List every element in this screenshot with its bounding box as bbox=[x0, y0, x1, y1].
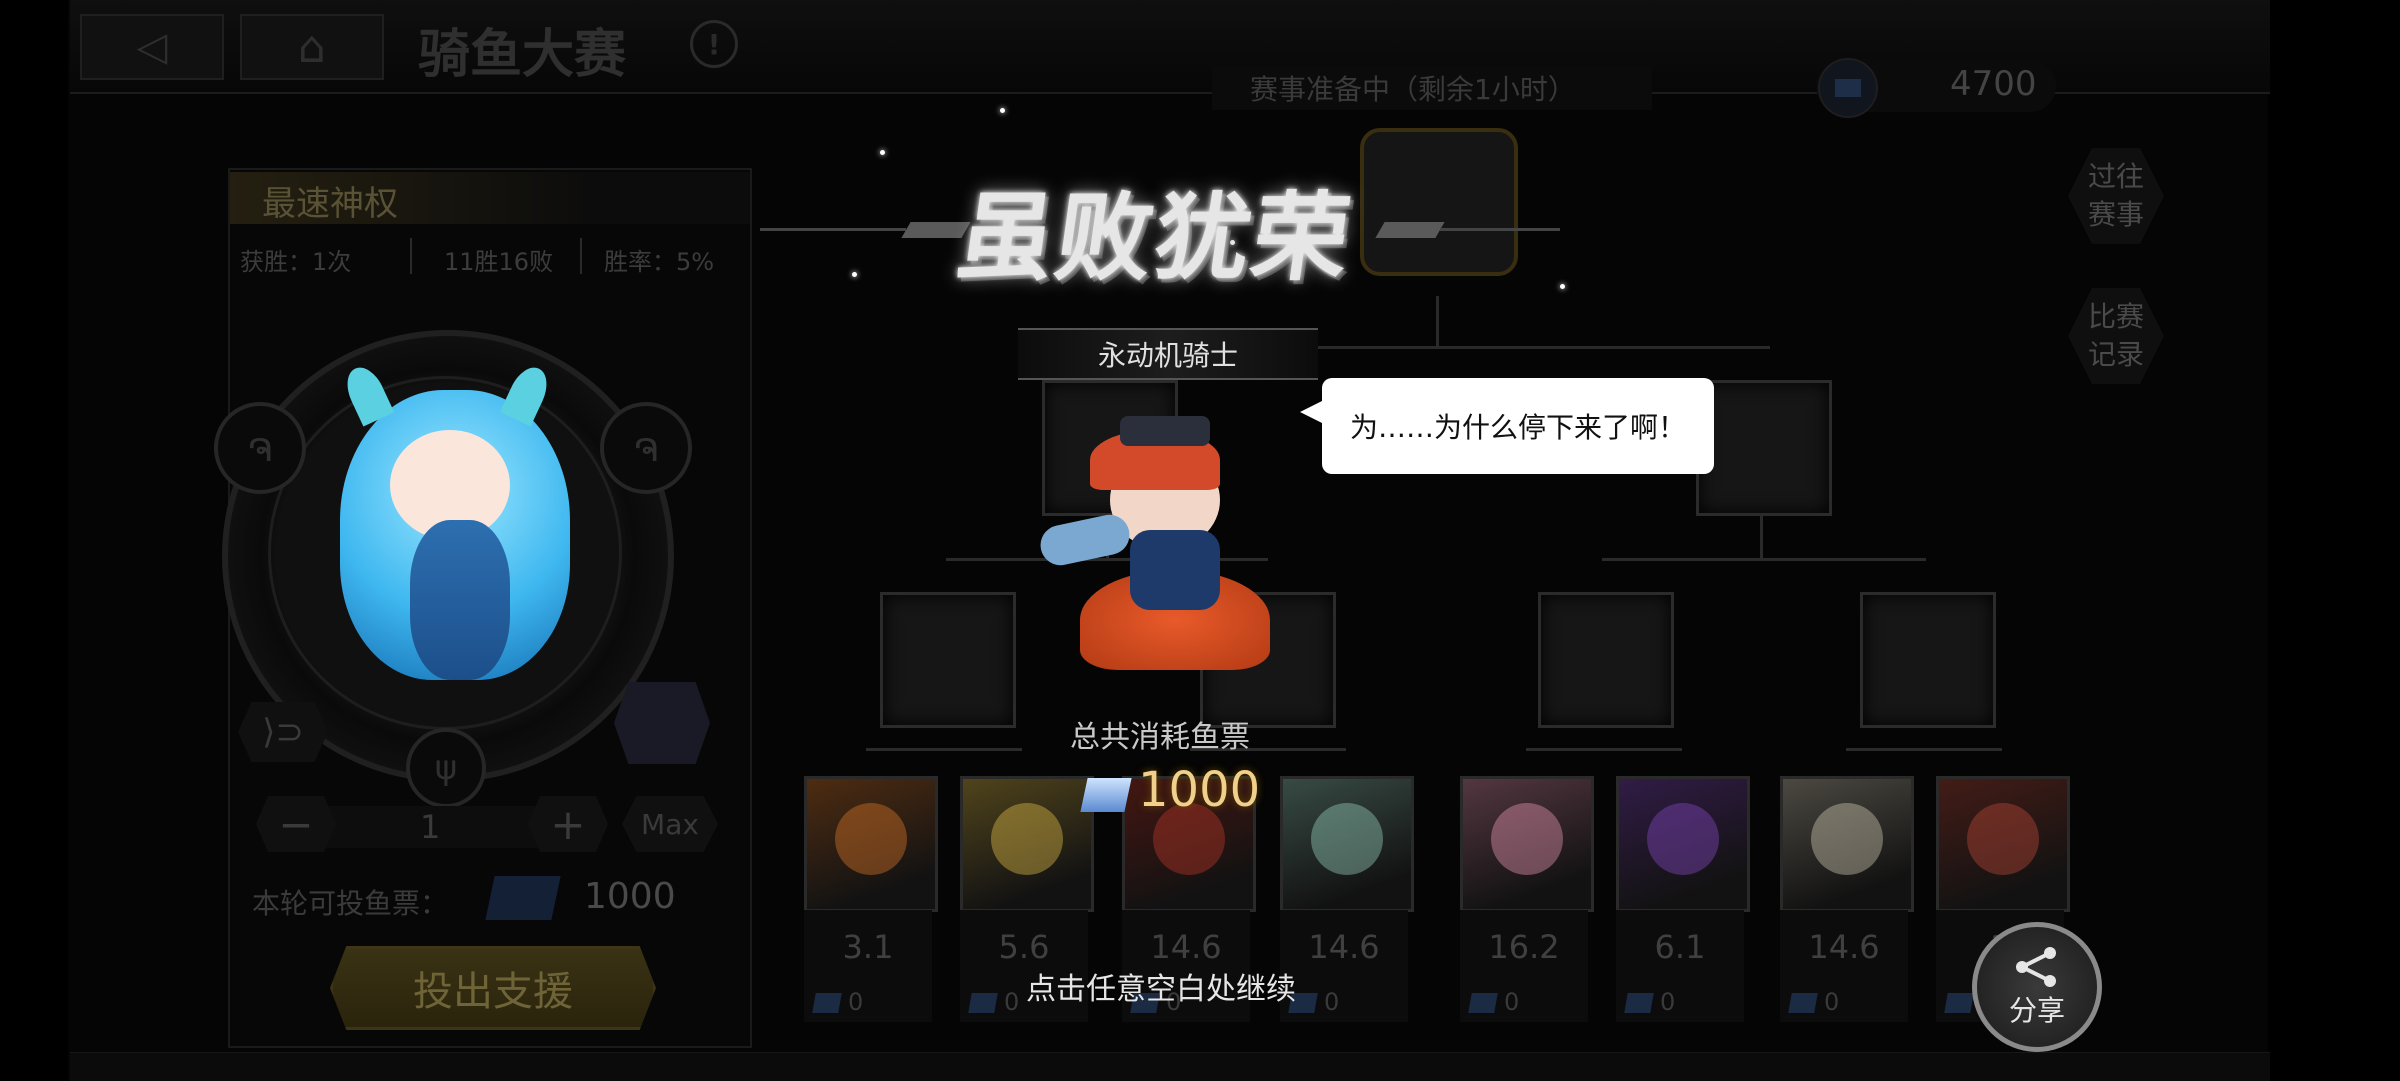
racer-votes-value: 0 bbox=[1004, 988, 1020, 1016]
sparkle bbox=[1560, 284, 1565, 289]
racer-votes-value: 0 bbox=[1504, 988, 1520, 1016]
bracket-slot-semifinal bbox=[1696, 380, 1832, 516]
contestant-character bbox=[310, 361, 610, 710]
racer-votes: 0 bbox=[812, 988, 864, 1016]
racer-card[interactable] bbox=[960, 776, 1094, 912]
racer-votes: 0 bbox=[1624, 988, 1676, 1016]
share-button[interactable]: 分享 bbox=[1972, 922, 2102, 1052]
result-banner: 虽败犹荣 bbox=[950, 182, 1359, 294]
rune-icon: ψ bbox=[406, 728, 486, 808]
racer-portrait bbox=[1811, 803, 1883, 875]
info-icon[interactable]: ! bbox=[690, 20, 738, 68]
event-status: 赛事准备中（剩余1小时） bbox=[1250, 73, 1576, 106]
racer-odds: 6.1 bbox=[1654, 928, 1706, 966]
racer-portrait bbox=[1647, 803, 1719, 875]
racer-portrait bbox=[991, 803, 1063, 875]
increase-button[interactable]: + bbox=[528, 796, 608, 852]
back-icon: ◁ bbox=[136, 24, 168, 70]
fish-icon: ⟩⊃ bbox=[238, 702, 328, 762]
win-rate-stat: 胜率：5% bbox=[604, 248, 715, 276]
max-button[interactable]: Max bbox=[622, 796, 718, 852]
racer-odds: 14.6 bbox=[1308, 928, 1380, 966]
home-icon: ⌂ bbox=[298, 21, 326, 73]
racer-portrait bbox=[1967, 803, 2039, 875]
racer-votes-value: 0 bbox=[848, 988, 864, 1016]
partner-portrait bbox=[614, 682, 710, 764]
racer-card[interactable] bbox=[1460, 776, 1594, 912]
back-button[interactable]: ◁ bbox=[80, 14, 224, 80]
banner-stripe bbox=[1375, 222, 1445, 238]
fish-ticket-icon bbox=[812, 993, 842, 1013]
home-button[interactable]: ⌂ bbox=[240, 14, 384, 80]
swirl-right-icon: ຈ bbox=[600, 402, 692, 494]
racer-card[interactable] bbox=[1780, 776, 1914, 912]
divider bbox=[580, 238, 582, 274]
racer-votes: 0 bbox=[1468, 988, 1520, 1016]
quantity-value[interactable]: 1 bbox=[420, 808, 440, 846]
divider bbox=[410, 238, 412, 274]
bracket-slot-quarterfinal bbox=[1538, 592, 1674, 728]
knight-name-bar: 永动机骑士 bbox=[1018, 328, 1318, 380]
total-spent-amount: 1000 bbox=[1138, 762, 1261, 818]
racer-card[interactable] bbox=[1616, 776, 1750, 912]
sparkle bbox=[1000, 108, 1005, 113]
support-button[interactable]: 投出支援 bbox=[330, 946, 656, 1030]
support-button-label: 投出支援 bbox=[413, 969, 573, 1015]
total-spent-label: 总共消耗鱼票 bbox=[1070, 720, 1250, 755]
racer-votes-value: 0 bbox=[1324, 988, 1340, 1016]
past-events-label: 过往 赛事 bbox=[2087, 160, 2144, 231]
fish-ticket-icon bbox=[485, 876, 561, 920]
share-label: 分享 bbox=[2008, 994, 2065, 1027]
fish-ticket-icon bbox=[1788, 993, 1818, 1013]
currency-amount: 4700 bbox=[1950, 64, 2037, 104]
bottom-strip bbox=[70, 1052, 2270, 1081]
decrease-button[interactable]: − bbox=[256, 796, 336, 852]
fish-ticket-icon bbox=[1624, 993, 1654, 1013]
fish-ticket-icon bbox=[968, 993, 998, 1013]
racer-odds: 14.6 bbox=[1150, 928, 1222, 966]
sparkle bbox=[852, 272, 857, 277]
racer-card[interactable] bbox=[1280, 776, 1414, 912]
racer-odds: 3.1 bbox=[842, 928, 894, 966]
share-icon bbox=[2016, 947, 2056, 987]
racer-portrait bbox=[1491, 803, 1563, 875]
swirl-left-icon: ຈ bbox=[214, 402, 306, 494]
page-title: 骑鱼大赛 bbox=[418, 25, 627, 85]
minus-icon: − bbox=[278, 799, 314, 849]
racer-card[interactable] bbox=[804, 776, 938, 912]
racer-votes-value: 0 bbox=[1824, 988, 1840, 1016]
fish-ticket-icon bbox=[1468, 993, 1498, 1013]
racer-odds: 16.2 bbox=[1488, 928, 1560, 966]
fish-ticket-icon bbox=[1080, 778, 1132, 812]
sparkle bbox=[880, 150, 885, 155]
racer-card[interactable] bbox=[1936, 776, 2070, 912]
votes-available-label: 本轮可投鱼票： bbox=[252, 887, 449, 920]
knight-character bbox=[1036, 410, 1290, 670]
racer-votes-value: 0 bbox=[1660, 988, 1676, 1016]
record-stat: 11胜16败 bbox=[444, 248, 554, 276]
racer-odds: 14.6 bbox=[1808, 928, 1880, 966]
speech-bubble: 为……为什么停下来了啊！ bbox=[1300, 378, 1714, 474]
max-label: Max bbox=[641, 807, 699, 841]
racer-votes: 0 bbox=[1788, 988, 1840, 1016]
fish-ticket-icon bbox=[1818, 58, 1878, 118]
trophy-frame bbox=[1360, 128, 1518, 276]
racer-portrait bbox=[835, 803, 907, 875]
racer-votes: 0 bbox=[1288, 988, 1340, 1016]
match-record-label: 比赛 记录 bbox=[2087, 300, 2144, 371]
continue-hint[interactable]: 点击任意空白处继续 bbox=[1026, 964, 1296, 1008]
knight-name: 永动机骑士 bbox=[1097, 339, 1238, 372]
votes-available-amount: 1000 bbox=[584, 876, 676, 917]
bracket-slot-quarterfinal bbox=[880, 592, 1016, 728]
fish-ticket-icon bbox=[1944, 993, 1974, 1013]
contestant-name: 最速神权 bbox=[262, 184, 398, 224]
speech-text: 为……为什么停下来了啊！ bbox=[1349, 411, 1686, 444]
plus-icon: + bbox=[550, 799, 586, 849]
racer-votes: 0 bbox=[968, 988, 1020, 1016]
bracket-slot-quarterfinal bbox=[1860, 592, 1996, 728]
racer-portrait bbox=[1311, 803, 1383, 875]
wins-stat: 获胜：1次 bbox=[240, 248, 352, 276]
racer-odds: 5.6 bbox=[998, 928, 1050, 966]
